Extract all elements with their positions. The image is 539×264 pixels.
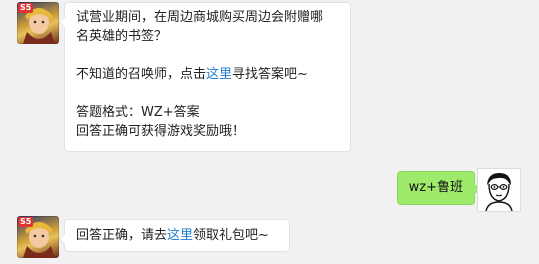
bot-avatar-icon[interactable]: S5 <box>17 2 59 44</box>
message-line: 回答正确，请去这里领取礼包吧~ <box>76 225 277 246</box>
message-line: 名英雄的书签？ <box>76 29 168 44</box>
season-badge: S5 <box>18 3 34 13</box>
gift-link[interactable]: 这里 <box>167 228 193 243</box>
prompt-text-after: 寻找答案吧~ <box>232 67 308 82</box>
user-message-text: wz+鲁班 <box>408 180 463 195</box>
bot-message-bubble: 回答正确，请去这里领取礼包吧~ <box>59 219 290 252</box>
prompt-text-before: 不知道的召唤师，点击 <box>76 67 207 82</box>
cartoon-face-icon <box>485 173 513 212</box>
season-badge: S5 <box>18 217 34 227</box>
bot-message-bubble: 试营业期间，在周边商城购买周边会附赠哪 名英雄的书签？ 不知道的召唤师，点击这里… <box>59 2 351 152</box>
answer-link[interactable]: 这里 <box>206 67 232 82</box>
format-line: 答题格式：WZ+答案 <box>76 105 200 120</box>
reply-text-before: 回答正确，请去 <box>76 228 168 243</box>
user-avatar-icon[interactable] <box>477 168 521 212</box>
message-line: 不知道的召唤师，点击这里寻找答案吧~ <box>76 65 338 84</box>
user-message-bubble: wz+鲁班 <box>396 171 481 205</box>
reply-text-after: 领取礼包吧~ <box>193 228 269 243</box>
reward-line: 回答正确可获得游戏奖励哦！ <box>76 124 246 139</box>
message-line: 试营业期间，在周边商城购买周边会附赠哪 <box>76 10 324 25</box>
bot-avatar-icon[interactable]: S5 <box>17 216 59 258</box>
